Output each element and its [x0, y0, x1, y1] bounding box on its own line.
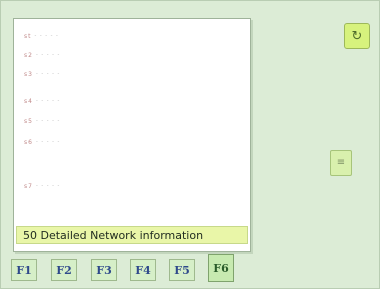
menu-button[interactable]: ≡	[330, 150, 352, 176]
function-key-bar: F1 F2 F3 F4 F5 F6	[11, 252, 251, 284]
list-item: s5 - - - - -	[24, 115, 60, 127]
list-item-mark: s5	[24, 117, 33, 125]
list-item: s6 - - - - -	[24, 136, 60, 148]
list-item-mark: s6	[24, 138, 33, 146]
list-item-mark: s3	[24, 70, 33, 78]
list-item: st - - - - -	[24, 30, 59, 42]
list-item: s4 - - - - -	[24, 95, 60, 107]
list-item-mark: s4	[24, 97, 33, 105]
cycle-icon: ↻	[351, 28, 363, 44]
info-panel: st - - - - - s2 - - - - - s3 - - - - - s…	[13, 18, 251, 252]
f5-key[interactable]: F5	[169, 259, 195, 281]
list-item-value: - - - - -	[35, 98, 61, 104]
screen-caption: 50 Detailed Network information	[16, 226, 248, 244]
list-item-value: - - - - -	[35, 139, 61, 145]
list-item: s3 - - - - -	[24, 68, 60, 80]
f4-key[interactable]: F4	[130, 259, 156, 281]
f6-key[interactable]: F6	[208, 254, 234, 282]
f1-key[interactable]: F1	[11, 259, 37, 281]
list-item-value: - - - - -	[35, 183, 61, 189]
screen: st - - - - - s2 - - - - - s3 - - - - - s…	[0, 0, 380, 289]
f3-key[interactable]: F3	[91, 259, 117, 281]
list-item-value: - - - - -	[35, 118, 61, 124]
list-item-value: - - - - -	[35, 52, 61, 58]
info-list: st - - - - - s2 - - - - - s3 - - - - - s…	[14, 19, 250, 251]
list-item-mark: st	[24, 32, 32, 40]
list-item-value: - - - - -	[35, 71, 61, 77]
list-item-value: - - - - -	[34, 33, 59, 39]
menu-icon: ≡	[336, 157, 346, 168]
list-item-mark: s7	[24, 182, 33, 190]
cycle-button[interactable]: ↻	[344, 23, 370, 49]
list-item: s2 - - - - -	[24, 49, 60, 61]
list-item-mark: s2	[24, 51, 33, 59]
list-item: s7 - - - - -	[24, 180, 60, 192]
f2-key[interactable]: F2	[51, 259, 77, 281]
